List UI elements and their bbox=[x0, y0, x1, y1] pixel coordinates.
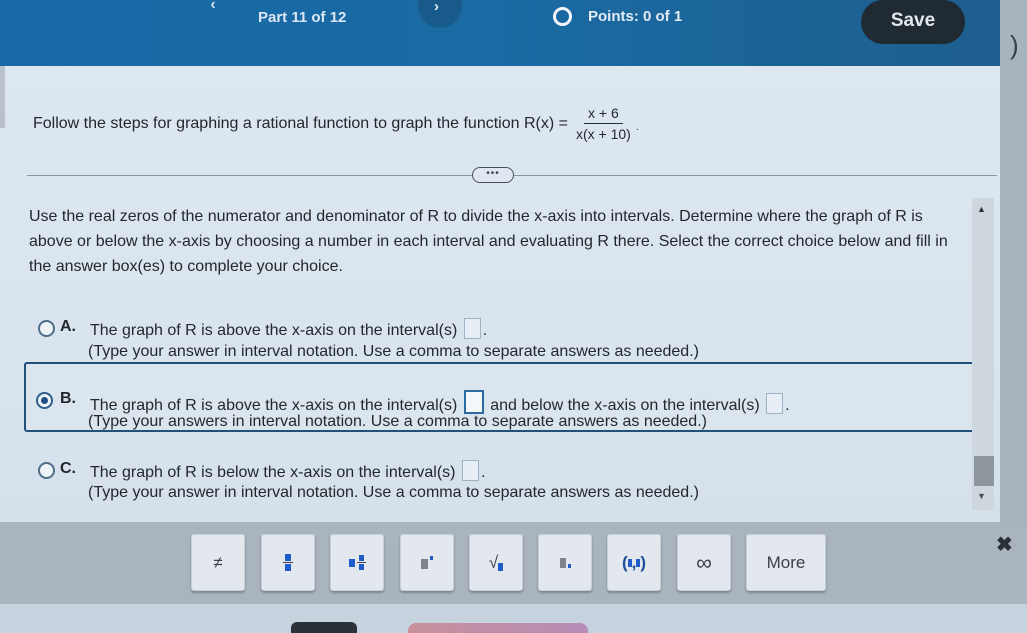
not-equal-icon: ≠ bbox=[213, 552, 223, 572]
choice-a-statement: The graph of R is above the x-axis on th… bbox=[90, 322, 458, 339]
prompt-text: Follow the steps for graphing a rational… bbox=[33, 114, 568, 132]
infinity-button[interactable]: ∞ bbox=[677, 534, 731, 591]
interval-icon: ( , ) bbox=[621, 552, 647, 572]
choice-a-text: The graph of R is above the x-axis on th… bbox=[90, 318, 487, 340]
chevron-right-icon: › bbox=[434, 0, 439, 15]
prompt-period: . bbox=[635, 122, 639, 133]
choice-a-radio[interactable] bbox=[38, 320, 55, 337]
square-root-button[interactable]: √ bbox=[469, 534, 523, 591]
exponent-icon bbox=[421, 556, 433, 569]
choice-b-statement: The graph of R is above the x-axis on th… bbox=[90, 397, 458, 414]
choice-b-hint: (Type your answers in interval notation.… bbox=[88, 413, 707, 430]
choice-c-period: . bbox=[480, 464, 486, 481]
choice-c-answer-box[interactable] bbox=[461, 460, 479, 481]
choice-a-answer-box[interactable] bbox=[463, 318, 481, 339]
scroll-thumb[interactable] bbox=[974, 456, 994, 486]
interval-button[interactable]: ( , ) bbox=[607, 534, 661, 591]
window-edge: ) bbox=[1000, 0, 1027, 66]
progress-circle-icon bbox=[553, 7, 572, 26]
points-label: Points: 0 of 1 bbox=[588, 8, 683, 25]
choice-b-text: The graph of R is above the x-axis on th… bbox=[90, 390, 790, 415]
function-denominator: x(x + 10) bbox=[575, 126, 631, 142]
choice-a-hint: (Type your answer in interval notation. … bbox=[88, 343, 699, 360]
choice-b-above-answer-box[interactable] bbox=[463, 390, 484, 414]
choice-b-middle-text: and below the x-axis on the interval(s) bbox=[490, 397, 760, 414]
mixed-number-icon bbox=[348, 555, 366, 570]
not-equal-button[interactable]: ≠ bbox=[191, 534, 245, 591]
points-status: Points: 0 of 1 bbox=[553, 7, 682, 26]
part-indicator: Part 11 of 12 bbox=[258, 9, 347, 26]
choice-b-below-answer-box[interactable] bbox=[766, 393, 784, 414]
choice-c-letter: C. bbox=[60, 460, 76, 477]
choice-c-radio[interactable] bbox=[38, 462, 55, 479]
bottom-dark-button[interactable] bbox=[291, 622, 357, 633]
choice-b-letter: B. bbox=[60, 390, 76, 407]
chevron-left-icon: ‹ bbox=[210, 0, 216, 13]
choice-b-radio[interactable] bbox=[36, 392, 53, 409]
subscript-button[interactable] bbox=[538, 534, 592, 591]
save-button[interactable]: Save bbox=[861, 0, 965, 44]
expand-button[interactable]: ••• bbox=[472, 167, 514, 183]
question-prompt: Follow the steps for graphing a rational… bbox=[33, 105, 639, 142]
square-root-icon: √ bbox=[489, 553, 504, 573]
math-toolbar: ≠ √ (,) ∞ More ✖ bbox=[0, 522, 1027, 604]
right-gutter bbox=[1000, 66, 1027, 528]
choice-c-statement: The graph of R is below the x-axis on th… bbox=[90, 464, 456, 481]
more-label: More bbox=[766, 552, 806, 572]
previous-part-button[interactable]: ‹ bbox=[202, 0, 224, 14]
instructions-text: Use the real zeros of the numerator and … bbox=[29, 208, 948, 275]
subscript-icon bbox=[559, 557, 571, 568]
bottom-pink-button[interactable] bbox=[408, 623, 588, 633]
scroll-down-arrow-icon[interactable]: ▼ bbox=[977, 491, 986, 501]
function-fraction: x + 6 x(x + 10) bbox=[572, 105, 635, 142]
choice-a-letter: A. bbox=[60, 318, 76, 335]
edge-glyph: ) bbox=[1010, 30, 1019, 60]
question-header: ‹ Part 11 of 12 › Points: 0 of 1 Save bbox=[0, 0, 1000, 66]
more-button[interactable]: More bbox=[746, 534, 826, 591]
choice-a-period: . bbox=[482, 322, 488, 339]
fraction-button[interactable] bbox=[261, 534, 315, 591]
infinity-icon: ∞ bbox=[696, 549, 712, 575]
fraction-icon bbox=[283, 554, 293, 571]
left-edge-strip bbox=[0, 66, 5, 128]
choice-b-period: . bbox=[785, 397, 790, 414]
choice-c-hint: (Type your answer in interval notation. … bbox=[88, 484, 699, 501]
close-toolbar-icon[interactable]: ✖ bbox=[996, 532, 1013, 557]
choice-c-text: The graph of R is below the x-axis on th… bbox=[90, 460, 485, 482]
scroll-up-arrow-icon[interactable]: ▲ bbox=[977, 204, 986, 214]
next-part-button[interactable]: › bbox=[418, 0, 462, 28]
content-scrollbar[interactable]: ▲ ▼ bbox=[972, 198, 994, 510]
mixed-number-button[interactable] bbox=[330, 534, 384, 591]
exponent-button[interactable] bbox=[400, 534, 454, 591]
function-numerator: x + 6 bbox=[584, 105, 623, 124]
